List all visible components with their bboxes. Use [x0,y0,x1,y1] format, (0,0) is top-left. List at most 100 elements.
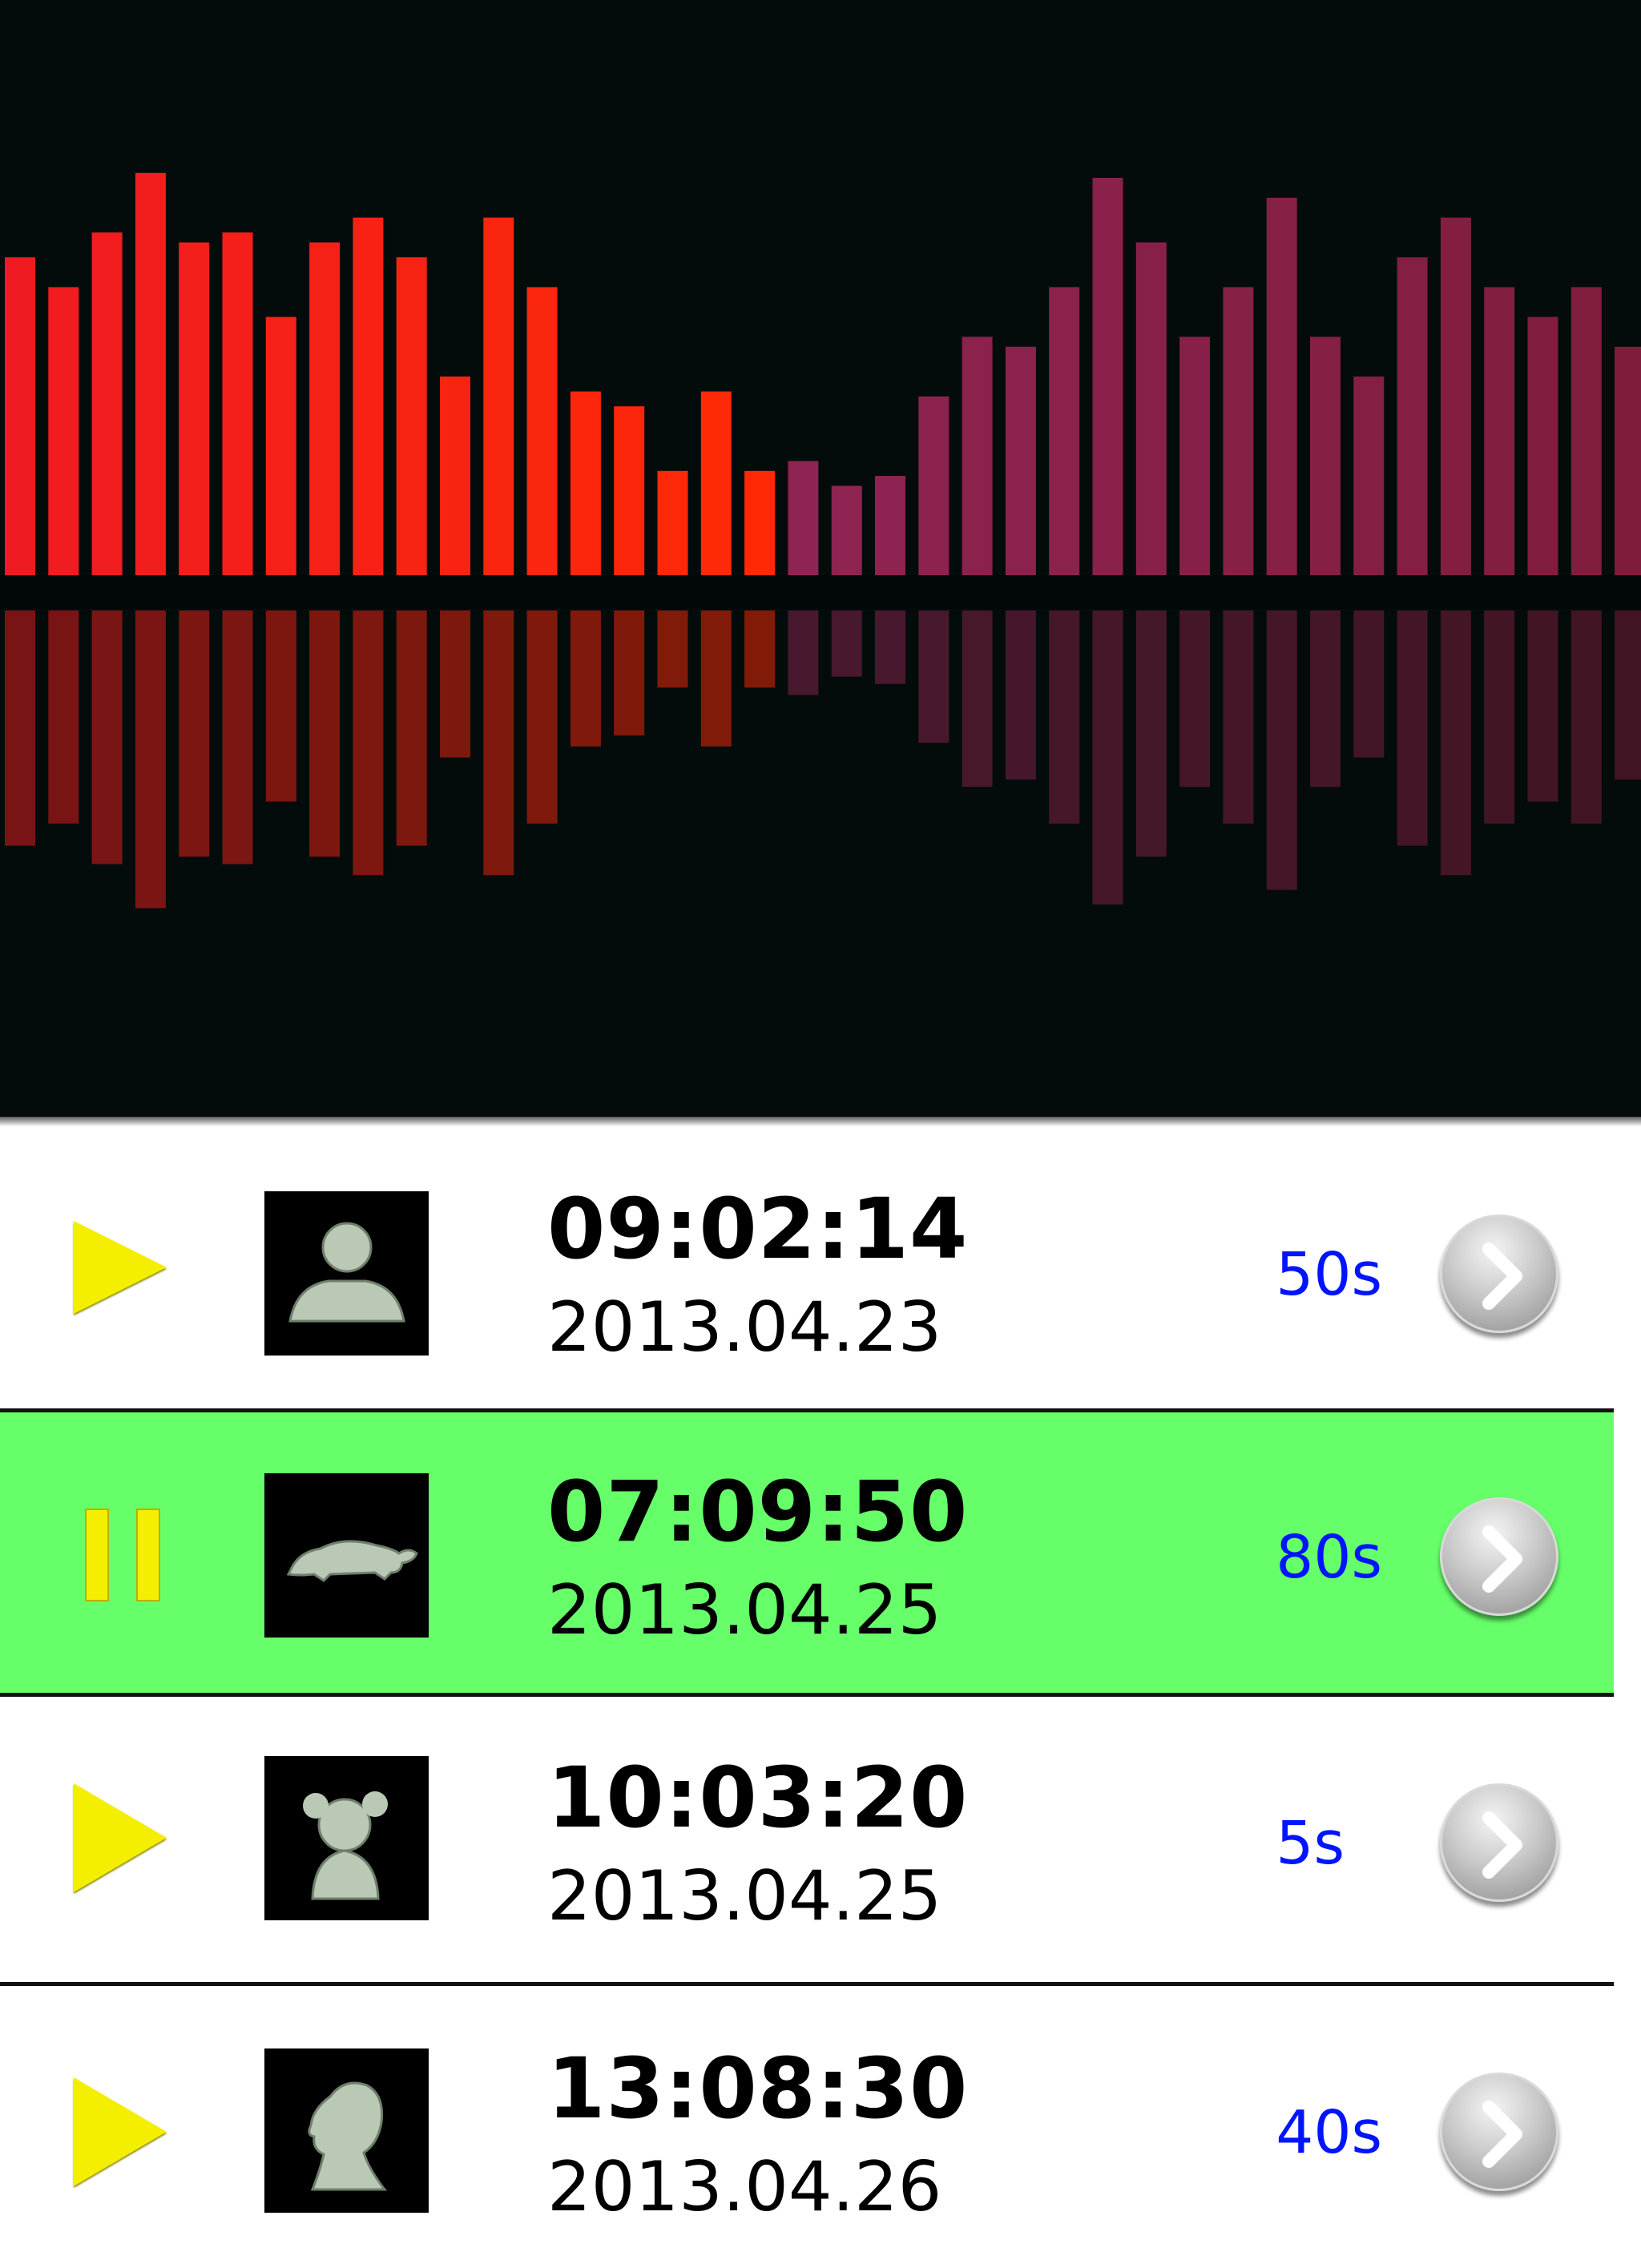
pause-icon[interactable] [85,1509,160,1601]
spectrum-bar-reflection [700,610,732,747]
spectrum-bar-reflection [831,610,862,677]
spectrum-bar [700,391,732,575]
spectrum-bar [744,470,776,575]
spectrum-bar-reflection [5,610,35,846]
turtle-icon [264,1473,429,1638]
audio-visualizer [0,0,1641,1120]
spectrum-bar-reflection [1527,610,1558,802]
spectrum-bar-reflection [1615,610,1641,780]
spectrum-bar-reflection [614,610,645,735]
recording-row[interactable]: 10:03:20 2013.04.25 5s [0,1697,1614,1986]
spectrum-bar [1266,197,1297,576]
recording-duration: 40s [1276,2098,1382,2167]
spectrum-bar [1049,287,1080,575]
spectrum-bar [1570,287,1602,575]
spectrum-bar [135,172,166,576]
divider-shadow [0,1117,1641,1126]
spectrum-bar [483,217,514,575]
spectrum-bar-reflection [1353,610,1385,758]
spectrum-bar-reflection [526,610,558,824]
recording-date: 2013.04.25 [547,1856,942,1936]
spectrum-bar [788,461,819,575]
spectrum-bar [353,217,384,575]
spectrum-bar [1005,346,1036,575]
recording-date: 2013.04.23 [547,1287,942,1368]
spectrum-bar-reflection [1092,610,1123,905]
spectrum-bar-reflection [1179,610,1211,788]
recording-duration: 5s [1276,1809,1345,1878]
visualizer-baseline [0,575,1641,609]
play-icon[interactable] [74,1221,167,1314]
recording-duration: 80s [1276,1523,1382,1592]
spectrum-bar [440,377,470,575]
spectrum-bar [1092,178,1123,575]
play-icon[interactable] [74,2077,167,2186]
recording-date: 2013.04.25 [547,1570,942,1650]
recording-time: 10:03:20 [547,1749,969,1847]
recording-time: 13:08:30 [547,2040,969,2137]
spectrum-bar-reflection [657,610,688,688]
spectrum-bar-reflection [440,610,470,758]
recording-row-active[interactable]: 07:09:50 2013.04.25 80s [0,1412,1614,1697]
spectrum-bar [396,257,427,575]
spectrum-bar-reflection [1135,610,1167,857]
chevron-right-icon[interactable] [1440,2073,1558,2191]
play-icon[interactable] [74,1783,167,1892]
spectrum-bar-reflection [788,610,819,695]
spectrum-bar-reflection [1397,610,1428,846]
recording-time: 09:02:14 [547,1180,969,1278]
spectrum-bar [48,287,79,575]
spectrum-bar [179,242,210,575]
spectrum-bar [526,287,558,575]
spectrum-bar-reflection [962,610,993,788]
recording-duration: 50s [1276,1240,1382,1309]
person-silhouette-icon [264,1191,429,1356]
spectrum-bar [1179,336,1211,575]
spectrum-bar-reflection [875,610,905,684]
chevron-right-icon[interactable] [1440,1497,1558,1616]
spectrum-bar-reflection [1005,610,1036,780]
spectrum-bar-reflection [570,610,601,747]
spectrum-bar-reflection [1440,610,1471,876]
spectrum-bar-reflection [1570,610,1602,824]
spectrum-bar-reflection [222,610,253,864]
spectrum-bar-reflection [396,610,427,846]
spectrum-bar [570,391,601,575]
spectrum-bar-reflection [1266,610,1297,890]
spectrum-bar-reflection [1310,610,1341,788]
spectrum-bar-reflection [135,610,166,908]
spectrum-bar [1310,336,1341,575]
spectrum-bars [0,172,1641,908]
spectrum-bar-reflection [179,610,210,857]
recording-row[interactable]: 09:02:14 2013.04.23 50s [0,1126,1614,1412]
recording-row[interactable]: 13:08:30 2013.04.26 40s [0,1986,1614,2268]
spectrum-bar [1135,242,1167,575]
spectrum-bar-reflection [1223,610,1254,824]
spectrum-bar [1440,217,1471,575]
spectrum-bar-reflection [918,610,950,743]
girl-silhouette-icon [264,1756,429,1920]
spectrum-bar-reflection [48,610,79,824]
spectrum-bar-reflection [309,610,341,857]
spectrum-bar-reflection [744,610,776,688]
spectrum-bar [309,242,341,575]
recording-time: 07:09:50 [547,1463,969,1561]
spectrum-bar [1615,346,1641,575]
spectrum-bar-reflection [1049,610,1080,824]
chevron-right-icon[interactable] [1440,1215,1558,1333]
spectrum-bar [265,316,296,575]
spectrum-bar [918,396,950,575]
chevron-right-icon[interactable] [1440,1783,1558,1902]
spectrum-bar-reflection [265,610,296,802]
spectrum-bar [222,232,253,575]
spectrum-bar-reflection [483,610,514,876]
spectrum-bar [875,476,905,575]
spectrum-bar [614,406,645,575]
recordings-list: 09:02:14 2013.04.23 50s 07:09:50 2013.04… [0,1126,1641,2268]
spectrum-bar [1397,257,1428,575]
spectrum-bar-reflection [91,610,123,864]
spectrum-bar-reflection [1484,610,1515,824]
spectrum-bar [5,257,35,575]
spectrum-bar [657,470,688,575]
woman-silhouette-icon [264,2048,429,2213]
